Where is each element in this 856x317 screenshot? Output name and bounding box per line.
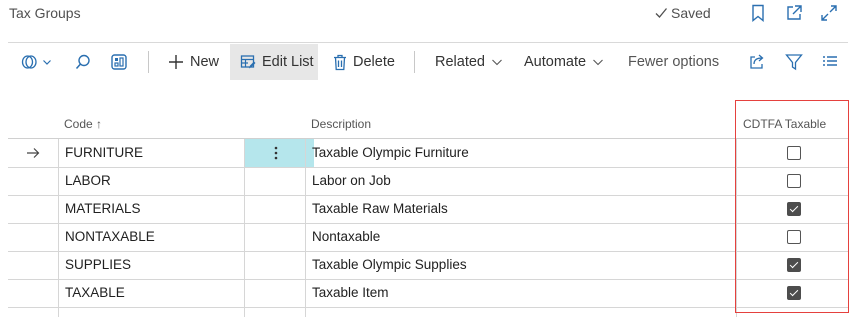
description-cell[interactable]: Taxable Olympic Supplies <box>312 251 467 279</box>
edit-list-button[interactable]: Edit List <box>240 44 314 80</box>
table-row[interactable]: LABOR Labor on Job <box>8 167 848 196</box>
column-header-description[interactable]: Description <box>311 117 371 131</box>
table-row[interactable]: TAXABLE Taxable Item <box>8 279 848 308</box>
table-row[interactable]: SUPPLIES Taxable Olympic Supplies <box>8 251 848 280</box>
table-view-icon <box>111 54 127 70</box>
new-label: New <box>190 54 220 70</box>
code-header-label: Code <box>64 117 93 131</box>
chevron-down-icon <box>593 59 603 66</box>
arrow-right-icon <box>27 148 40 158</box>
new-button[interactable]: New <box>168 44 219 80</box>
code-cell[interactable]: TAXABLE <box>65 279 125 307</box>
saved-status: Saved <box>654 5 711 21</box>
filter-pane-toggle-button[interactable] <box>20 44 52 80</box>
table-row[interactable]: NONTAXABLE Nontaxable <box>8 223 848 252</box>
layers-filter-icon <box>21 55 37 69</box>
chevron-down-icon <box>492 59 502 66</box>
plus-icon <box>169 55 183 69</box>
delete-label: Delete <box>353 54 395 70</box>
automate-menu[interactable]: Automate <box>524 44 604 80</box>
bookmark-icon[interactable] <box>748 3 768 23</box>
toolbar-separator <box>148 51 149 73</box>
toolbar-separator <box>414 51 415 73</box>
code-cell[interactable]: LABOR <box>65 167 111 195</box>
fewer-options-label: Fewer options <box>628 54 720 70</box>
description-cell[interactable]: Labor on Job <box>312 167 391 195</box>
analysis-mode-button[interactable] <box>110 44 128 80</box>
edit-list-icon <box>240 55 256 69</box>
related-label: Related <box>435 54 485 70</box>
search-button[interactable] <box>74 44 92 80</box>
checkmark-icon <box>655 8 668 18</box>
table-row[interactable]: MATERIALS Taxable Raw Materials <box>8 195 848 224</box>
more-vertical-icon <box>274 146 278 160</box>
code-cell[interactable]: MATERIALS <box>65 195 141 223</box>
grid-column-divider <box>244 139 245 317</box>
code-cell[interactable]: SUPPLIES <box>65 251 131 279</box>
code-cell[interactable]: NONTAXABLE <box>65 223 155 251</box>
sort-ascending-icon: ↑ <box>96 117 103 131</box>
list-view-icon[interactable] <box>822 54 838 70</box>
trash-icon <box>334 54 346 70</box>
row-actions-cell[interactable] <box>244 139 314 167</box>
cdtfa-taxable-column-highlight <box>735 100 849 313</box>
saved-label: Saved <box>671 5 711 21</box>
page-title: Tax Groups <box>9 5 81 21</box>
search-icon <box>75 54 90 69</box>
description-header-label: Description <box>311 117 372 131</box>
description-cell[interactable]: Nontaxable <box>312 223 380 251</box>
description-cell[interactable]: Taxable Item <box>312 279 389 307</box>
column-header-code[interactable]: Code ↑ <box>64 117 102 131</box>
chevron-down-icon <box>43 60 51 65</box>
grid-column-divider <box>305 139 306 317</box>
expand-icon[interactable] <box>819 3 839 23</box>
table-row[interactable]: FURNITURE Taxable Olympic Furniture <box>8 139 848 168</box>
code-cell[interactable]: FURNITURE <box>65 139 143 167</box>
fewer-options-button[interactable]: Fewer options <box>628 44 719 80</box>
edit-list-label: Edit List <box>262 54 314 70</box>
delete-button[interactable]: Delete <box>333 44 395 80</box>
filter-icon[interactable] <box>785 53 803 71</box>
automate-label: Automate <box>524 54 587 70</box>
related-menu[interactable]: Related <box>435 44 503 80</box>
open-in-new-window-icon[interactable] <box>784 3 804 23</box>
description-cell[interactable]: Taxable Olympic Furniture <box>312 139 469 167</box>
description-cell[interactable]: Taxable Raw Materials <box>312 195 448 223</box>
toolbar-divider <box>8 42 848 43</box>
grid-column-divider <box>58 139 59 317</box>
share-icon[interactable] <box>748 53 766 71</box>
